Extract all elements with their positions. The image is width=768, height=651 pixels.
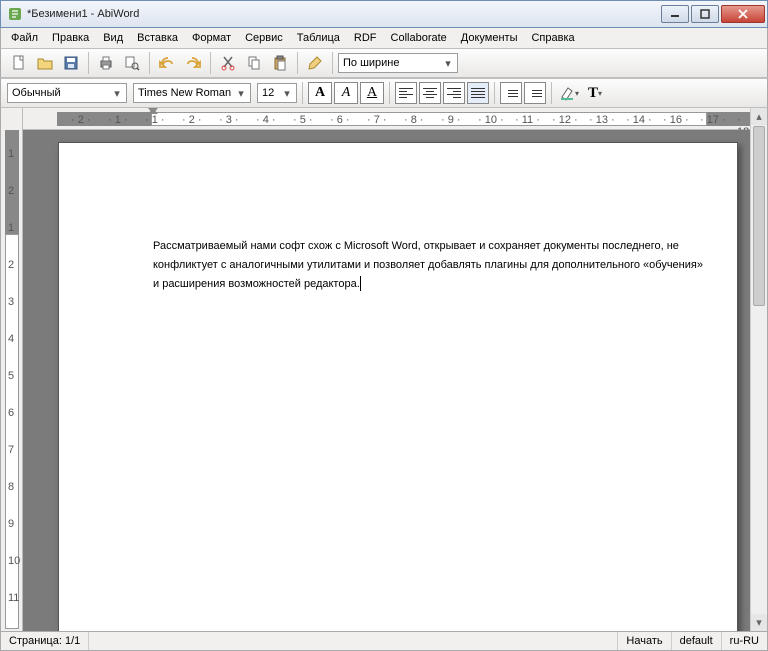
zoom-value: По ширине xyxy=(343,57,441,69)
document-text[interactable]: Рассматриваемый нами софт схож с Microso… xyxy=(153,237,707,294)
align-right-button[interactable] xyxy=(443,82,465,104)
print-button[interactable] xyxy=(94,51,118,75)
vertical-ruler[interactable]: 121234567891011 xyxy=(1,108,23,631)
copy-button[interactable] xyxy=(242,51,266,75)
menubar: Файл Правка Вид Вставка Формат Сервис Та… xyxy=(0,28,768,48)
style-combo[interactable]: Обычный ▾ xyxy=(7,83,127,103)
new-button[interactable] xyxy=(7,51,31,75)
app-icon xyxy=(7,6,23,22)
font-value: Times New Roman xyxy=(138,87,234,99)
cut-button[interactable] xyxy=(216,51,240,75)
bold-button[interactable]: A xyxy=(308,82,332,104)
align-justify-button[interactable] xyxy=(467,82,489,104)
italic-button[interactable]: A xyxy=(334,82,358,104)
font-combo[interactable]: Times New Roman ▾ xyxy=(133,83,251,103)
zoom-combo[interactable]: По ширине ▾ xyxy=(338,53,458,73)
text-cursor xyxy=(360,276,361,291)
scroll-up-button[interactable]: ▴ xyxy=(751,108,767,125)
status-spacer xyxy=(89,632,618,650)
page[interactable]: Рассматриваемый нами софт схож с Microso… xyxy=(58,142,738,631)
format-toolbar: Обычный ▾ Times New Roman ▾ 12 ▾ A A A ▾… xyxy=(0,78,768,108)
numbered-list-button[interactable] xyxy=(500,82,522,104)
format-painter-button[interactable] xyxy=(303,51,327,75)
scroll-thumb[interactable] xyxy=(753,126,765,306)
status-page: Страница: 1/1 xyxy=(1,632,89,650)
style-value: Обычный xyxy=(12,87,110,99)
menu-view[interactable]: Вид xyxy=(97,30,129,46)
chevron-down-icon: ▾ xyxy=(234,87,248,100)
vertical-scrollbar[interactable]: ▴ ▾ xyxy=(750,108,767,631)
status-style[interactable]: default xyxy=(672,632,722,650)
open-button[interactable] xyxy=(33,51,57,75)
document-canvas[interactable]: Рассматриваемый нами софт схож с Microso… xyxy=(23,130,750,631)
menu-file[interactable]: Файл xyxy=(5,30,44,46)
menu-rdf[interactable]: RDF xyxy=(348,30,383,46)
redo-button[interactable] xyxy=(181,51,205,75)
align-left-button[interactable] xyxy=(395,82,417,104)
status-language[interactable]: ru-RU xyxy=(722,632,767,650)
menu-table[interactable]: Таблица xyxy=(291,30,346,46)
bullet-list-button[interactable] xyxy=(524,82,546,104)
underline-button[interactable]: A xyxy=(360,82,384,104)
font-color-button[interactable]: T▾ xyxy=(583,81,607,105)
window-title: *Безимени1 - AbiWord xyxy=(27,8,661,20)
size-combo[interactable]: 12 ▾ xyxy=(257,83,297,103)
chevron-down-icon: ▾ xyxy=(110,87,124,100)
menu-format[interactable]: Формат xyxy=(186,30,237,46)
menu-help[interactable]: Справка xyxy=(525,30,580,46)
highlight-button[interactable]: ▾ xyxy=(557,81,581,105)
menu-insert[interactable]: Вставка xyxy=(131,30,184,46)
titlebar: *Безимени1 - AbiWord xyxy=(0,0,768,28)
chevron-down-icon: ▾ xyxy=(280,87,294,100)
save-button[interactable] xyxy=(59,51,83,75)
menu-documents[interactable]: Документы xyxy=(455,30,524,46)
undo-button[interactable] xyxy=(155,51,179,75)
standard-toolbar: По ширине ▾ xyxy=(0,48,768,78)
menu-edit[interactable]: Правка xyxy=(46,30,95,46)
status-insert-mode[interactable]: Начать xyxy=(618,632,671,650)
close-button[interactable] xyxy=(721,5,765,23)
print-preview-button[interactable] xyxy=(120,51,144,75)
paste-button[interactable] xyxy=(268,51,292,75)
menu-tools[interactable]: Сервис xyxy=(239,30,289,46)
statusbar: Страница: 1/1 Начать default ru-RU xyxy=(0,631,768,651)
document-area: 121234567891011 · 2 ·· 1 ·· 1 ·· 2 ·· 3 … xyxy=(0,108,768,631)
horizontal-ruler[interactable]: · 2 ·· 1 ·· 1 ·· 2 ·· 3 ·· 4 ·· 5 ·· 6 ·… xyxy=(23,108,750,130)
menu-collaborate[interactable]: Collaborate xyxy=(385,30,453,46)
size-value: 12 xyxy=(262,87,280,99)
scroll-down-button[interactable]: ▾ xyxy=(751,614,767,631)
maximize-button[interactable] xyxy=(691,5,719,23)
chevron-down-icon: ▾ xyxy=(441,57,455,70)
minimize-button[interactable] xyxy=(661,5,689,23)
align-center-button[interactable] xyxy=(419,82,441,104)
